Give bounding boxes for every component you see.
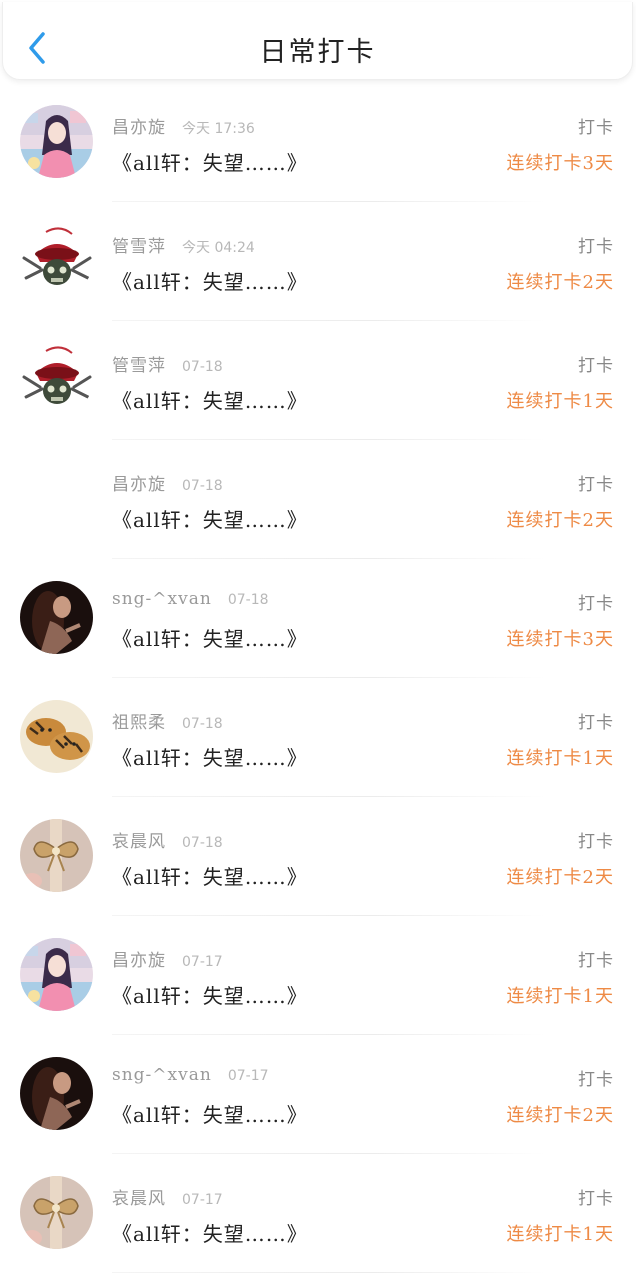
avatar[interactable]: [20, 581, 93, 654]
post-time: 今天 17:36: [182, 121, 255, 137]
list-item[interactable]: 昌亦旋 07-18 《all轩：失望……》 打卡 连续打卡2天: [0, 440, 636, 559]
user-name: 祖熙柔 07-18: [112, 713, 223, 733]
post-title[interactable]: 《all轩：失望……》: [112, 742, 308, 771]
list-item[interactable]: 管雪萍 今天 04:24 《all轩：失望……》 打卡 连续打卡2天: [0, 202, 636, 321]
list-item[interactable]: sng-^xvan 07-17 《all轩：失望……》 打卡 连续打卡2天: [0, 1035, 636, 1154]
list-item[interactable]: 昌亦旋 07-17 《all轩：失望……》 打卡 连续打卡1天: [0, 916, 636, 1035]
checkin-button[interactable]: 打卡: [578, 232, 614, 257]
post-title[interactable]: 《all轩：失望……》: [112, 1218, 308, 1247]
avatar[interactable]: [20, 700, 93, 773]
checkin-button[interactable]: 打卡: [578, 946, 614, 971]
user-name: 管雪萍 今天 04:24: [112, 237, 255, 257]
user-name: sng-^xvan 07-18: [112, 589, 269, 609]
checkin-button[interactable]: 打卡: [578, 470, 614, 495]
user-name: 昌亦旋 07-17: [112, 951, 223, 971]
user-name: 昌亦旋 今天 17:36: [112, 118, 255, 138]
post-title[interactable]: 《all轩：失望……》: [112, 980, 308, 1009]
avatar[interactable]: [20, 343, 93, 416]
list-item[interactable]: 管雪萍 07-18 《all轩：失望……》 打卡 连续打卡1天: [0, 321, 636, 440]
avatar[interactable]: [20, 938, 93, 1011]
list-item[interactable]: 祖熙柔 07-18 《all轩：失望……》 打卡 连续打卡1天: [0, 678, 636, 797]
post-title[interactable]: 《all轩：失望……》: [112, 623, 308, 652]
user-name: 哀晨风 07-17: [112, 1189, 223, 1209]
post-time: 07-18: [182, 716, 223, 732]
post-time: 07-17: [182, 1192, 223, 1208]
avatar[interactable]: [20, 224, 93, 297]
streak-label: 连续打卡1天: [506, 748, 614, 769]
post-title[interactable]: 《all轩：失望……》: [112, 385, 308, 414]
post-time: 今天 04:24: [182, 240, 255, 256]
post-time: 07-18: [227, 592, 269, 608]
user-name: sng-^xvan 07-17: [112, 1065, 269, 1085]
list-item[interactable]: 哀晨风 07-18 《all轩：失望……》 打卡 连续打卡2天: [0, 797, 636, 916]
post-title[interactable]: 《all轩：失望……》: [112, 861, 308, 890]
user-name: 管雪萍 07-18: [112, 356, 223, 376]
checkin-button[interactable]: 打卡: [578, 827, 614, 852]
avatar[interactable]: [20, 1057, 93, 1130]
list-item[interactable]: 昌亦旋 今天 17:36 《all轩：失望……》 打卡 连续打卡3天: [0, 83, 636, 202]
post-title[interactable]: 《all轩：失望……》: [112, 147, 308, 176]
post-title[interactable]: 《all轩：失望……》: [112, 1099, 308, 1128]
streak-label: 连续打卡1天: [506, 391, 614, 412]
streak-label: 连续打卡1天: [506, 1224, 614, 1245]
checkin-button[interactable]: 打卡: [578, 589, 614, 614]
streak-label: 连续打卡1天: [506, 986, 614, 1007]
streak-label: 连续打卡2天: [506, 1105, 614, 1126]
avatar[interactable]: [20, 1176, 93, 1249]
streak-label: 连续打卡3天: [506, 629, 614, 650]
checkin-button[interactable]: 打卡: [578, 1184, 614, 1209]
list-item[interactable]: sng-^xvan 07-18 《all轩：失望……》 打卡 连续打卡3天: [0, 559, 636, 678]
post-time: 07-17: [182, 954, 223, 970]
divider: [112, 1272, 546, 1273]
checkin-list: 昌亦旋 今天 17:36 《all轩：失望……》 打卡 连续打卡3天 管雪萍 今天 …: [0, 83, 636, 1273]
list-item[interactable]: 哀晨风 07-17 《all轩：失望……》 打卡 连续打卡1天: [0, 1154, 636, 1273]
checkin-button[interactable]: 打卡: [578, 1065, 614, 1090]
checkin-button[interactable]: 打卡: [578, 351, 614, 376]
avatar[interactable]: [20, 462, 93, 535]
streak-label: 连续打卡2天: [506, 510, 614, 531]
header-bar: 日常打卡: [2, 2, 633, 80]
post-title[interactable]: 《all轩：失望……》: [112, 504, 308, 533]
checkin-button[interactable]: 打卡: [578, 113, 614, 138]
avatar[interactable]: [20, 105, 93, 178]
post-time: 07-18: [182, 478, 223, 494]
post-time: 07-18: [182, 359, 223, 375]
streak-label: 连续打卡3天: [506, 153, 614, 174]
streak-label: 连续打卡2天: [506, 867, 614, 888]
page-title: 日常打卡: [259, 37, 376, 68]
user-name: 哀晨风 07-18: [112, 832, 223, 852]
post-title[interactable]: 《all轩：失望……》: [112, 266, 308, 295]
post-time: 07-18: [182, 835, 223, 851]
streak-label: 连续打卡2天: [506, 272, 614, 293]
avatar[interactable]: [20, 819, 93, 892]
checkin-button[interactable]: 打卡: [578, 708, 614, 733]
user-name: 昌亦旋 07-18: [112, 475, 223, 495]
post-time: 07-17: [227, 1068, 269, 1084]
